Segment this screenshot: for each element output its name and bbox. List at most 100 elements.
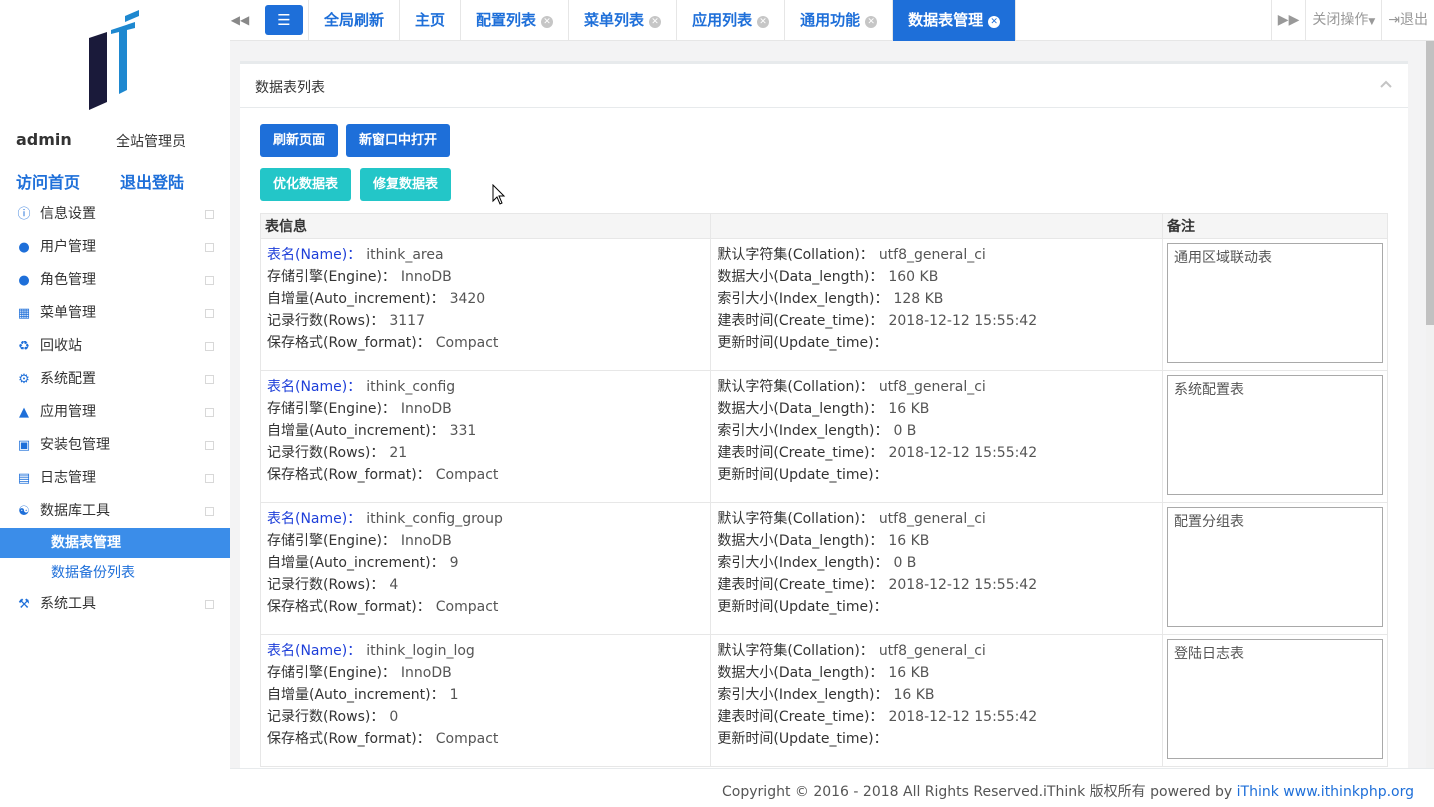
note-textarea[interactable]: 通用区域联动表	[1166, 243, 1383, 363]
field-index_length: 索引大小(Index_length)： 128 KB	[717, 288, 1156, 310]
close-tab-icon[interactable]: ✕	[649, 16, 662, 28]
close-tab-icon[interactable]: ✕	[541, 16, 554, 28]
close-ops-dropdown[interactable]: 关闭操作▼	[1306, 0, 1383, 41]
info-cell: 表名(Name)： ithink_area 存储引擎(Engine)： InnoDB 自…	[259, 238, 712, 371]
expand-icon	[205, 474, 214, 483]
detail-cell: 默认字符集(Collation)： utf8_general_ci 数据大小(Dat…	[710, 634, 1163, 767]
field-value: 331	[449, 423, 477, 439]
tab-label: 通用功能	[800, 11, 861, 29]
field-label: 自增量(Auto_increment)：	[267, 423, 445, 439]
sidebar-item-3[interactable]: ▦ 菜单管理	[0, 297, 230, 330]
content-area: 数据表列表 刷新页面 新窗口中打开 优化数据表 修复数据表 表信息 备注 表名(…	[230, 41, 1426, 768]
tab-0[interactable]: 全局刷新	[308, 0, 401, 41]
field-value: 4	[389, 577, 399, 593]
field-value: InnoDB	[400, 269, 452, 285]
app-icon: ▲	[19, 405, 29, 420]
field-auto_increment: 自增量(Auto_increment)： 3420	[267, 288, 704, 310]
expand-icon	[205, 276, 214, 285]
detail-cell: 默认字符集(Collation)： utf8_general_ci 数据大小(Dat…	[710, 238, 1163, 371]
field-label: 自增量(Auto_increment)：	[267, 291, 445, 307]
collapse-chevron-icon[interactable]	[1380, 78, 1392, 90]
expand-icon	[205, 441, 214, 450]
field-label: 表名(Name)：	[267, 643, 362, 659]
database-icon: ☯	[18, 504, 30, 519]
scrollbar-thumb[interactable]	[1426, 41, 1434, 325]
field-engine: 存储引擎(Engine)： InnoDB	[267, 398, 704, 420]
briefcase-icon: ▣	[17, 438, 31, 453]
note-textarea[interactable]: 系统配置表	[1166, 375, 1383, 495]
footer: Copyright © 2016 - 2018 All Rights Reser…	[230, 768, 1434, 807]
sidebar-subitem-1[interactable]: 数据备份列表	[0, 558, 230, 588]
menu-toggle-button[interactable]: ☰	[265, 5, 303, 35]
tab-6[interactable]: 数据表管理 ✕	[893, 0, 1017, 41]
field-update_time: 更新时间(Update_time)：	[717, 332, 1156, 354]
tab-2[interactable]: 配置列表 ✕	[461, 0, 570, 41]
sidebar-menu: ⓘ 信息设置 ● 用户管理 ● 角色管理 ▦ 菜单管理 ♻ 回收站 ⚙ 系统配置 ▲ 应用管理 ▣ 安装包管理…	[0, 198, 230, 621]
page-scrollbar[interactable]	[1426, 41, 1434, 768]
sidebar-item-4[interactable]: ♻ 回收站	[0, 330, 230, 363]
field-index_length: 索引大小(Index_length)： 0 B	[717, 552, 1156, 574]
sidebar-item-tools[interactable]: ⚒ 系统工具	[0, 588, 230, 621]
close-tab-icon[interactable]: ✕	[865, 16, 878, 28]
scroll-tabs-left-icon[interactable]: ◀◀	[230, 0, 250, 41]
field-update_time: 更新时间(Update_time)：	[717, 464, 1156, 486]
field-value: 0 B	[893, 555, 917, 571]
field-label: 记录行数(Rows)：	[267, 313, 385, 329]
field-label: 建表时间(Create_time)：	[717, 577, 884, 593]
close-tab-icon[interactable]: ✕	[988, 16, 1001, 28]
sidebar: admin 全站管理员 访问首页 退出登陆 ⓘ 信息设置 ● 用户管理 ● 角色管理 ▦ 菜单…	[0, 0, 230, 807]
field-value: 0 B	[893, 423, 917, 439]
field-label: 保存格式(Row_format)：	[267, 467, 431, 483]
note-textarea[interactable]: 登陆日志表	[1166, 639, 1383, 759]
visit-home-link[interactable]: 访问首页	[16, 169, 80, 193]
field-value: 1	[449, 687, 459, 703]
field-label: 存储引擎(Engine)：	[267, 401, 396, 417]
tab-5[interactable]: 通用功能 ✕	[785, 0, 894, 41]
sidebar-item-6[interactable]: ▲ 应用管理	[0, 396, 230, 429]
header-note: 备注	[1161, 213, 1389, 239]
repair-table-button[interactable]: 修复数据表	[360, 168, 452, 201]
field-value: ithink_config_group	[366, 511, 503, 527]
exit-button[interactable]: ⇥退出	[1382, 0, 1434, 41]
sidebar-item-9[interactable]: ☯ 数据库工具	[0, 495, 230, 528]
refresh-page-button[interactable]: 刷新页面	[260, 124, 339, 157]
table-row: 表名(Name)： ithink_area 存储引擎(Engine)： InnoDB 自…	[259, 238, 1389, 371]
field-collation: 默认字符集(Collation)： utf8_general_ci	[717, 508, 1156, 530]
field-engine: 存储引擎(Engine)： InnoDB	[267, 662, 704, 684]
tab-1[interactable]: 主页	[400, 0, 462, 41]
field-row_format: 保存格式(Row_format)： Compact	[267, 728, 704, 750]
expand-icon	[205, 375, 214, 384]
open-new-window-button[interactable]: 新窗口中打开	[346, 124, 451, 157]
sidebar-item-2[interactable]: ● 角色管理	[0, 264, 230, 297]
field-value: ithink_login_log	[366, 643, 475, 659]
sidebar-item-5[interactable]: ⚙ 系统配置	[0, 363, 230, 396]
field-value: 16 KB	[888, 533, 930, 549]
tab-4[interactable]: 应用列表 ✕	[677, 0, 786, 41]
field-collation: 默认字符集(Collation)： utf8_general_ci	[717, 640, 1156, 662]
field-row_format: 保存格式(Row_format)： Compact	[267, 332, 704, 354]
tab-3[interactable]: 菜单列表 ✕	[569, 0, 678, 41]
scroll-tabs-right-icon[interactable]: ▶▶	[1272, 0, 1307, 41]
sidebar-item-0[interactable]: ⓘ 信息设置	[0, 198, 230, 231]
sidebar-subitem-0[interactable]: 数据表管理	[0, 528, 230, 558]
tab-label: 配置列表	[476, 11, 537, 29]
sidebar-item-8[interactable]: ▤ 日志管理	[0, 462, 230, 495]
logout-link[interactable]: 退出登陆	[120, 169, 184, 193]
field-name: 表名(Name)： ithink_login_log	[267, 640, 704, 662]
close-tab-icon[interactable]: ✕	[757, 16, 770, 28]
user-role: 全站管理员	[116, 134, 186, 150]
field-engine: 存储引擎(Engine)： InnoDB	[267, 530, 704, 552]
header-detail	[710, 213, 1163, 239]
optimize-table-button[interactable]: 优化数据表	[260, 168, 352, 201]
grid-icon: ▦	[17, 306, 31, 321]
tab-label: 菜单列表	[584, 11, 645, 29]
expand-icon	[205, 243, 214, 252]
sidebar-item-label: 应用管理	[40, 404, 96, 420]
sidebar-item-7[interactable]: ▣ 安装包管理	[0, 429, 230, 462]
field-value: 21	[389, 445, 408, 461]
sidebar-item-1[interactable]: ● 用户管理	[0, 231, 230, 264]
brand-link[interactable]: iThink www.ithinkphp.org	[1237, 784, 1414, 800]
note-textarea[interactable]: 配置分组表	[1166, 507, 1383, 627]
field-value: InnoDB	[400, 665, 452, 681]
field-label: 数据大小(Data_length)：	[717, 401, 884, 417]
